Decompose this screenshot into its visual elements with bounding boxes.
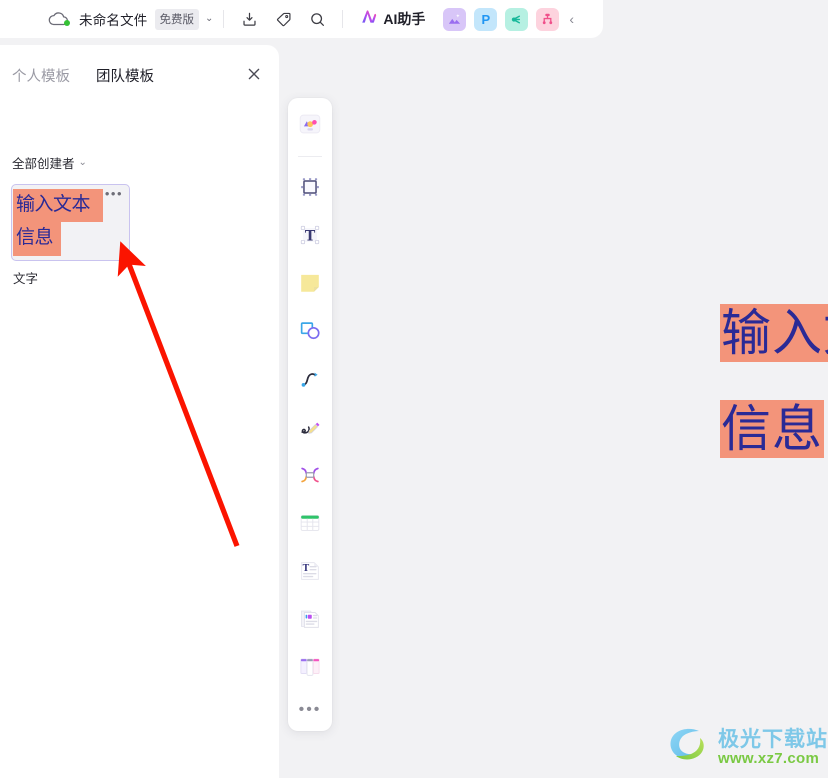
template-more-icon[interactable]: ••• xyxy=(105,187,123,200)
title-chevron-down-icon[interactable]: ⌄ xyxy=(205,14,213,24)
templates-gallery-icon[interactable] xyxy=(294,108,326,140)
ppt-app-letter: P xyxy=(481,11,491,27)
toolbar-divider xyxy=(298,156,322,157)
creator-filter-label: 全部创建者 xyxy=(12,157,75,171)
watermark-site-name: 极光下载站 xyxy=(718,727,828,751)
frame-artboard-icon[interactable] xyxy=(294,171,326,203)
top-toolbar: 未命名文件 免费版 ⌄ AI助手 P ‹ xyxy=(0,0,603,38)
more-tools-icon[interactable]: ••• xyxy=(299,702,322,718)
svg-text:T: T xyxy=(305,229,316,245)
app-root: 未命名文件 免费版 ⌄ AI助手 P ‹ 个人模板 团队模板 全部创建者 ⌄ 输… xyxy=(0,0,828,778)
plan-badge[interactable]: 免费版 xyxy=(154,8,199,30)
export-download-icon[interactable] xyxy=(234,4,264,34)
canvas-area[interactable]: 输入文本 信息 xyxy=(279,38,828,778)
svg-text:T: T xyxy=(303,564,310,574)
chevron-down-icon: ⌄ xyxy=(78,157,87,168)
canvas-text-object[interactable]: 输入文本 信息 xyxy=(720,285,828,477)
template-preview-text: 输入文本 信息 xyxy=(16,188,116,254)
template-preview-line1: 输入文本 xyxy=(16,193,91,215)
template-tabs: 个人模板 团队模板 xyxy=(12,65,154,86)
pen-draw-icon[interactable] xyxy=(294,411,326,443)
tag-icon[interactable] xyxy=(268,4,298,34)
watermark: 极光下载站 www.xz7.com xyxy=(666,723,828,772)
mindmap-app-icon[interactable] xyxy=(505,7,529,31)
hamburger-menu-icon[interactable] xyxy=(10,13,28,26)
toolbar-divider-2 xyxy=(342,10,344,28)
creator-filter-dropdown[interactable]: 全部创建者 ⌄ xyxy=(12,153,87,172)
flowchart-app-icon[interactable] xyxy=(536,7,560,31)
document-title[interactable]: 未命名文件 xyxy=(79,9,148,29)
watermark-text: 极光下载站 www.xz7.com xyxy=(718,728,828,767)
connector-curve-icon[interactable] xyxy=(294,363,326,395)
ai-assistant-icon xyxy=(359,7,378,31)
tab-personal-templates[interactable]: 个人模板 xyxy=(12,65,70,86)
canvas-text-line1: 输入文本 xyxy=(720,285,828,381)
template-card-caption: 文字 xyxy=(13,272,39,286)
tools-toolbar: T T ••• xyxy=(288,98,332,731)
text-tool-icon[interactable]: T xyxy=(294,219,326,251)
search-icon[interactable] xyxy=(302,4,332,34)
ppt-app-icon[interactable]: P xyxy=(474,7,498,31)
template-card[interactable]: 输入文本 信息 ••• xyxy=(11,184,130,261)
table-icon[interactable] xyxy=(294,507,326,539)
toolbar-divider-1 xyxy=(223,10,225,28)
card-note-icon[interactable] xyxy=(294,603,326,635)
tab-team-templates[interactable]: 团队模板 xyxy=(96,65,154,86)
kanban-board-icon[interactable] xyxy=(294,651,326,683)
canvas-text-line2: 信息 xyxy=(720,400,824,458)
sync-status-dot xyxy=(64,20,70,26)
shapes-tool-icon[interactable] xyxy=(294,315,326,347)
watermark-logo-icon xyxy=(666,723,712,772)
text-document-icon[interactable]: T xyxy=(294,555,326,587)
image-generate-icon[interactable] xyxy=(443,7,467,31)
relation-link-icon[interactable] xyxy=(294,459,326,491)
watermark-site-url: www.xz7.com xyxy=(718,750,820,767)
collapse-panel-chevron-icon[interactable]: ‹ xyxy=(569,11,574,27)
cloud-sync-icon xyxy=(48,9,70,29)
ai-assistant-button[interactable]: AI助手 xyxy=(353,4,431,34)
template-preview-line2: 信息 xyxy=(16,226,54,248)
ai-assistant-label: AI助手 xyxy=(383,11,426,27)
template-side-panel: 个人模板 团队模板 全部创建者 ⌄ 输入文本 信息 ••• 文字 xyxy=(0,45,279,778)
close-icon[interactable] xyxy=(245,65,263,83)
sticky-note-icon[interactable] xyxy=(294,267,326,299)
